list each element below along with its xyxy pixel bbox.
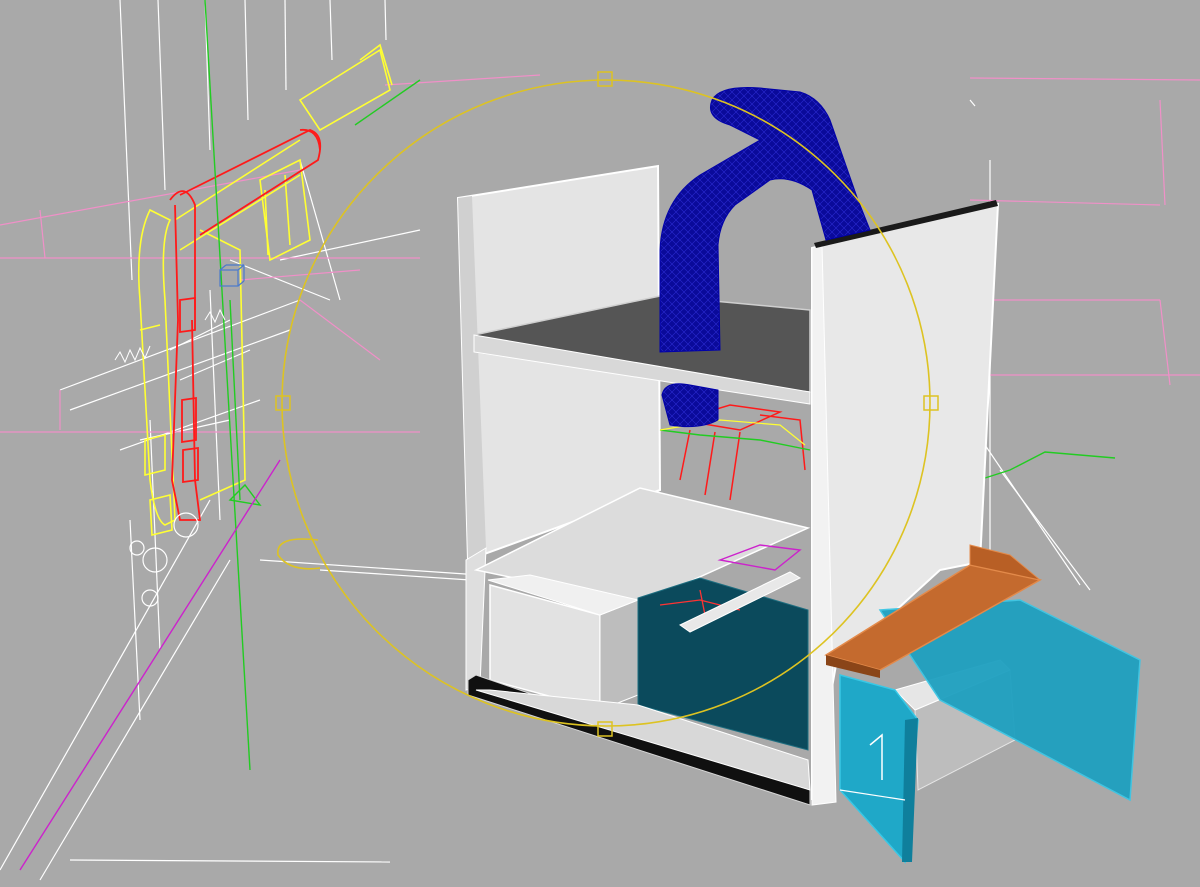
3d-viewport[interactable] (0, 0, 1200, 887)
gizmo-handle-left[interactable] (275, 395, 291, 411)
internal-green-wire (659, 429, 811, 451)
wheel-wires (129, 512, 199, 607)
gizmo-handle-top[interactable] (597, 71, 613, 87)
spring-wire (114, 308, 226, 364)
magenta-wire-line (19, 459, 281, 871)
